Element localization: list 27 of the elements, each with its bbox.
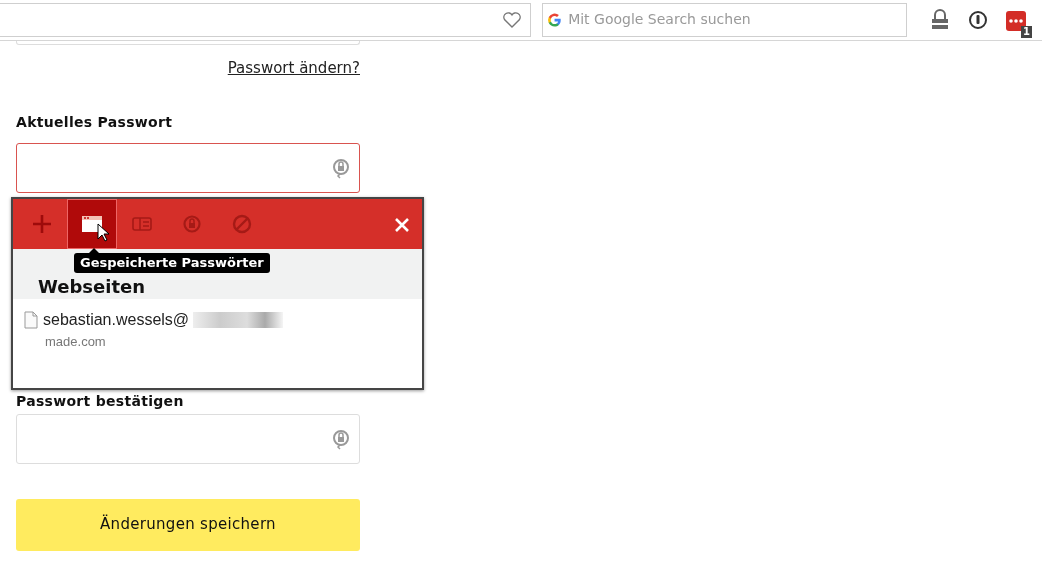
lock-sync-icon — [331, 427, 351, 450]
keyhole-icon[interactable] — [968, 10, 988, 30]
toolbar-tab[interactable] — [67, 199, 117, 249]
window-icon — [81, 213, 103, 235]
search-bar[interactable]: Mit Google Search suchen — [542, 2, 907, 37]
lock-icon[interactable] — [930, 9, 950, 31]
lock-sync-icon — [181, 213, 203, 235]
entry-site: made.com — [45, 333, 107, 351]
change-password-link[interactable]: Passwort ändern? — [227, 57, 360, 80]
google-icon — [547, 11, 563, 28]
heart-icon — [502, 10, 522, 29]
address-bar[interactable] — [0, 2, 531, 37]
save-button[interactable]: Änderungen speichern — [16, 498, 360, 551]
cursor-icon — [97, 223, 109, 242]
entry-username[interactable]: sebastian.wessels@ — [43, 308, 190, 332]
field-label: Aktuelles Passwort — [16, 112, 174, 132]
password-manager-icon[interactable] — [1006, 10, 1026, 31]
password-field[interactable] — [16, 142, 360, 193]
block-icon — [231, 213, 253, 235]
field-label: Passwort bestätigen — [16, 391, 185, 411]
search-input[interactable]: Mit Google Search suchen — [566, 8, 902, 31]
input-field[interactable] — [16, 41, 360, 45]
count-badge: 1 — [1021, 26, 1032, 38]
lock-sync-icon — [331, 156, 351, 179]
document-icon — [23, 311, 39, 329]
add-icon — [31, 213, 53, 235]
close-icon — [394, 216, 410, 233]
